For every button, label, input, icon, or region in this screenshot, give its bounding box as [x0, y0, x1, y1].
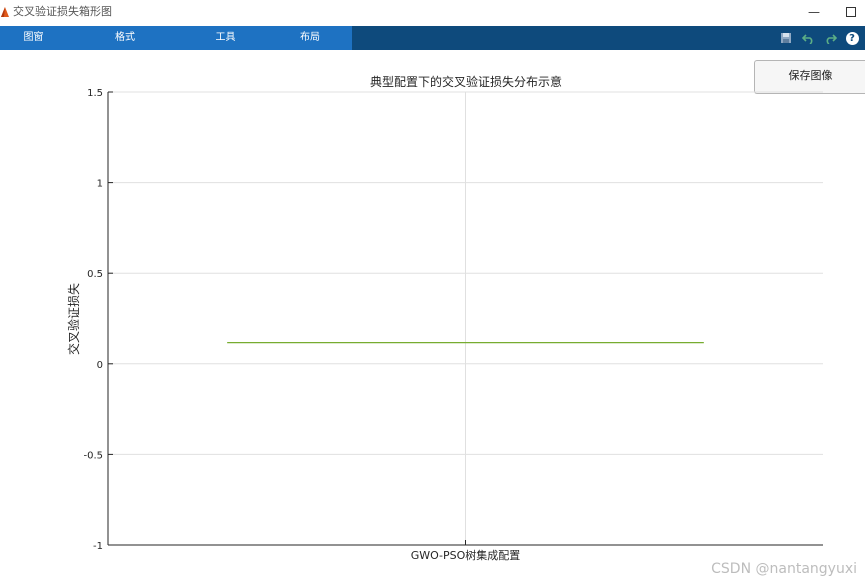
y-tick-labels: 1.5 1 0.5 0 -0.5 -1 — [83, 88, 113, 552]
watermark: CSDN @nantangyuxi — [711, 561, 857, 577]
y-tick-label: -0.5 — [83, 450, 103, 461]
tab-tools[interactable]: 工具 — [183, 26, 268, 50]
box-plot: 1.5 1 0.5 0 -0.5 -1 GWO-PSO树集成配置 典型配置下的交叉验证损失… — [66, 74, 823, 562]
tab-strip: 图窗 格式 工具 布局 — [0, 26, 352, 50]
tab-format[interactable]: 格式 — [67, 26, 183, 50]
title-bar: 交叉验证损失箱形图 — — [0, 0, 865, 26]
undo-icon[interactable] — [801, 31, 815, 45]
x-tick-labels: GWO-PSO树集成配置 — [411, 540, 521, 562]
redo-icon[interactable] — [823, 31, 837, 45]
save-icon[interactable] — [779, 31, 793, 45]
help-button[interactable]: ? — [845, 31, 859, 45]
y-tick-label: -1 — [93, 541, 103, 552]
maximize-button[interactable] — [846, 7, 856, 17]
y-tick-label: 0 — [97, 360, 103, 371]
grid-lines — [108, 91, 823, 546]
tab-figure[interactable]: 图窗 — [0, 26, 67, 50]
y-axis-label: 交叉验证损失 — [66, 283, 81, 355]
chart-title: 典型配置下的交叉验证损失分布示意 — [370, 74, 562, 89]
y-tick-label: 0.5 — [87, 269, 103, 280]
window-title: 交叉验证损失箱形图 — [13, 5, 112, 18]
quick-access-toolbar: ? — [779, 26, 859, 50]
minimize-button[interactable]: — — [807, 3, 821, 21]
tab-layout[interactable]: 布局 — [268, 26, 352, 50]
help-icon: ? — [845, 31, 859, 45]
y-tick-label: 1.5 — [87, 88, 103, 99]
x-tick-label: GWO-PSO树集成配置 — [411, 548, 521, 562]
y-tick-label: 1 — [97, 179, 103, 190]
toolstrip: 图窗 格式 工具 布局 ? — [0, 26, 865, 50]
matlab-logo-icon — [1, 7, 9, 17]
